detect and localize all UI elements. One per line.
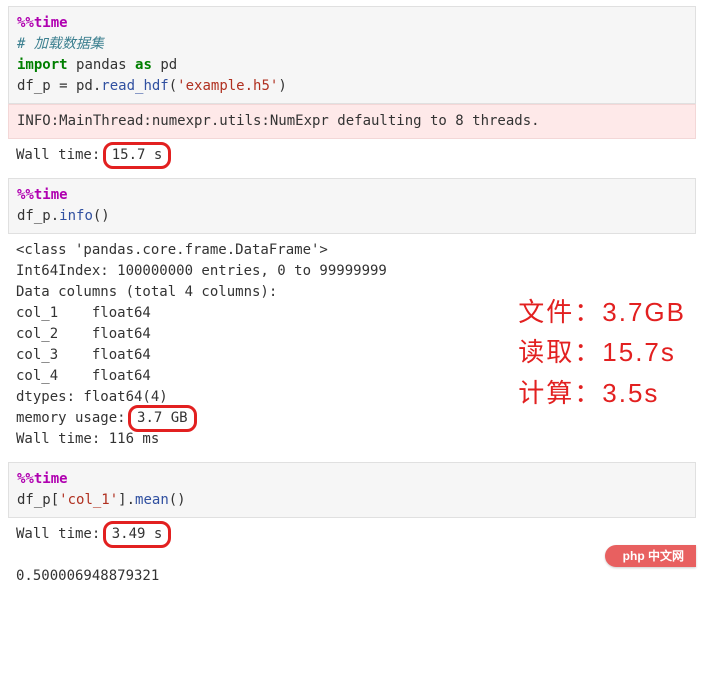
- call-suffix: (): [93, 208, 110, 224]
- col-line: col_4 float64: [16, 368, 151, 384]
- magic-command: %%time: [17, 187, 68, 203]
- stderr-output: INFO:MainThread:numexpr.utils:NumExpr de…: [8, 104, 696, 139]
- watermark-badge: php 中文网: [605, 545, 696, 567]
- code-cell-2: %%time df_p.info(): [8, 178, 696, 234]
- module-name: pandas: [76, 57, 127, 73]
- stderr-line: INFO:MainThread:numexpr.utils:NumExpr de…: [17, 113, 540, 129]
- method-name: mean: [135, 492, 169, 508]
- class-line: <class 'pandas.core.frame.DataFrame'>: [16, 242, 328, 258]
- module-alias: pd: [160, 57, 177, 73]
- import-keyword: import: [17, 57, 68, 73]
- string-literal: 'col_1': [59, 492, 118, 508]
- output-block-2: <class 'pandas.core.frame.DataFrame'> In…: [8, 234, 696, 456]
- expr-post: ].: [118, 492, 135, 508]
- cols-header: Data columns (total 4 columns):: [16, 284, 277, 300]
- overlay-calc: 计算：3.5s: [518, 373, 686, 413]
- overlay-file: 文件：3.7GB: [518, 292, 686, 332]
- index-line: Int64Index: 100000000 entries, 0 to 9999…: [16, 263, 387, 279]
- magic-command: %%time: [17, 471, 68, 487]
- col-line: col_3 float64: [16, 347, 151, 363]
- dtypes-line: dtypes: float64(4): [16, 389, 168, 405]
- overlay-read: 读取：15.7s: [518, 332, 686, 372]
- method-name: info: [59, 208, 93, 224]
- wall-time-highlight: 15.7 s: [103, 142, 172, 169]
- expr-pre: df_p[: [17, 492, 59, 508]
- assign: df_p = pd.: [17, 78, 101, 94]
- wall-time-label: Wall time:: [16, 147, 109, 163]
- col-line: col_2 float64: [16, 326, 151, 342]
- as-keyword: as: [135, 57, 152, 73]
- call-suffix: (): [169, 492, 186, 508]
- output-block-3: Wall time: 3.49 s 0.500006948879321 php …: [8, 518, 696, 593]
- object: df_p.: [17, 208, 59, 224]
- memory-highlight: 3.7 GB: [128, 405, 197, 432]
- magic-command: %%time: [17, 15, 68, 31]
- wall-time-label: Wall time:: [16, 526, 109, 542]
- code-cell-3: %%time df_p['col_1'].mean(): [8, 462, 696, 518]
- result-value: 0.500006948879321: [16, 568, 159, 584]
- code-cell-1: %%time # 加载数据集 import pandas as pd df_p …: [8, 6, 696, 104]
- col-line: col_1 float64: [16, 305, 151, 321]
- wall-time: Wall time: 116 ms: [16, 431, 159, 447]
- wall-time-highlight: 3.49 s: [103, 521, 172, 548]
- method-name: read_hdf: [101, 78, 168, 94]
- summary-overlay: 文件：3.7GB 读取：15.7s 计算：3.5s: [518, 292, 686, 413]
- output-block-1: Wall time: 15.7 s: [8, 139, 696, 172]
- memory-label: memory usage:: [16, 410, 134, 426]
- string-literal: 'example.h5': [177, 78, 278, 94]
- comment: # 加载数据集: [17, 36, 104, 52]
